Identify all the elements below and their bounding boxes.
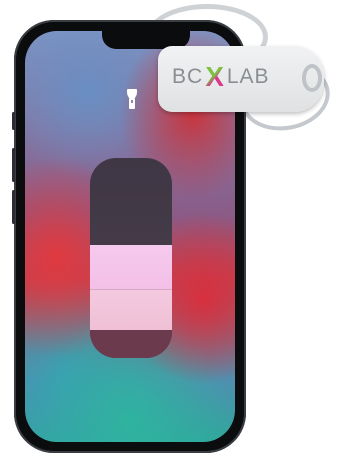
mute-switch [12,112,15,130]
logo-text-left: BC [172,65,204,88]
brand-logo: BC X LAB [172,61,270,92]
slider-base-segment [90,330,172,358]
logo-text-right: LAB [226,65,270,88]
volume-up-button [12,148,15,182]
tag-hole [302,64,322,92]
brightness-slider[interactable] [90,158,172,358]
flashlight-icon[interactable] [126,89,138,109]
slider-level-segment [90,245,172,289]
volume-down-button [12,190,15,224]
logo-x: X [205,61,225,92]
slider-level-segment [90,290,172,330]
